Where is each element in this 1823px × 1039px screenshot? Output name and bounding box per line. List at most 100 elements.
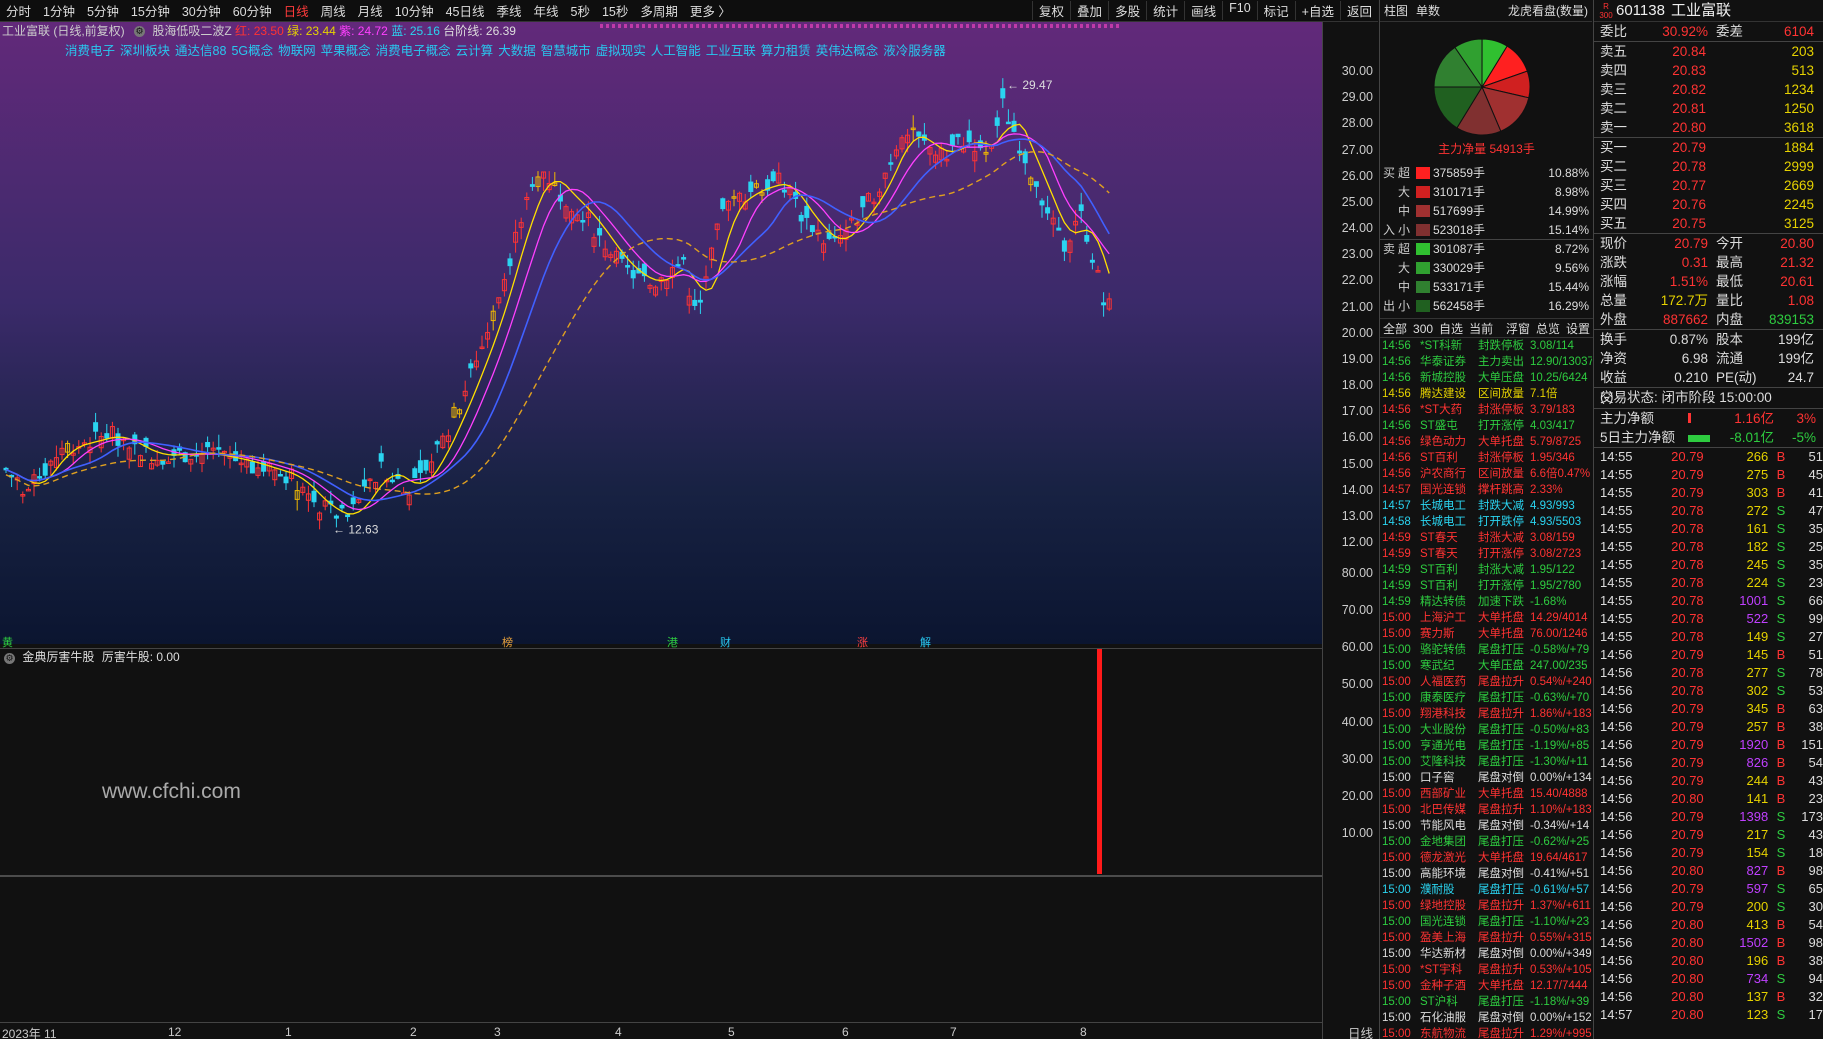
concept-tag[interactable]: 人工智能 — [651, 44, 701, 58]
tool-button[interactable]: 复权 — [1032, 1, 1070, 20]
event-row[interactable]: 14:56 新城控股 大单压盘 10.25/6424 — [1382, 370, 1593, 386]
event-row[interactable]: 15:00 濮耐股 尾盘打压 -0.61%/+57 — [1382, 882, 1593, 898]
event-row[interactable]: 15:00 盈美上海 尾盘拉升 0.55%/+315 — [1382, 930, 1593, 946]
event-row[interactable]: 14:56 *ST科新 封跌停板 3.08/114 — [1382, 338, 1593, 354]
asks-level[interactable]: 卖一 20.80 3618 — [1594, 118, 1823, 137]
event-marker[interactable]: 榜 — [500, 634, 515, 650]
period-tab[interactable]: 季线 — [491, 1, 528, 20]
bids-level[interactable]: 买三 20.77 2669 — [1594, 176, 1823, 195]
period-tab[interactable]: 年线 — [528, 1, 565, 20]
event-row[interactable]: 15:00 翔港科技 尾盘拉升 1.86%/+183 — [1382, 706, 1593, 722]
period-tab[interactable]: 日线 — [278, 1, 315, 20]
tab-count[interactable]: 单数 — [1412, 2, 1444, 19]
tab-bar-chart[interactable]: 柱图 — [1380, 2, 1412, 19]
concept-tag[interactable]: 云计算 — [456, 44, 494, 58]
flow-title[interactable]: 龙虎看盘(数量) — [1504, 2, 1592, 19]
concept-tag[interactable]: 消费电子 — [65, 44, 115, 58]
event-list[interactable]: 14:56 *ST科新 封跌停板 3.08/114 14:56 华泰证券 主力卖出 12.90… — [1380, 338, 1593, 1039]
event-row[interactable]: 15:00 德龙激光 大单托盘 19.64/4617 — [1382, 850, 1593, 866]
concept-tag[interactable]: 算力租赁 — [761, 44, 811, 58]
event-row[interactable]: 14:56 ST盛屯 打开涨停 4.03/417 — [1382, 418, 1593, 434]
tick-list[interactable]: 14:55 20.79 266 B 51 14:55 20.79 275 B 45 14:55 20.… — [1594, 448, 1823, 1024]
event-row[interactable]: 15:00 节能风电 尾盘对倒 -0.34%/+14 — [1382, 818, 1593, 834]
event-row[interactable]: 15:00 西部矿业 大单托盘 15.40/4888 — [1382, 786, 1593, 802]
concept-tag[interactable]: 大数据 — [498, 44, 536, 58]
event-row[interactable]: 15:00 高能环境 尾盘对倒 -0.41%/+51 — [1382, 866, 1593, 882]
event-tab[interactable]: 全部 — [1380, 319, 1410, 337]
period-tab[interactable]: 多周期 — [634, 1, 684, 20]
tool-button[interactable]: F10 — [1222, 1, 1257, 20]
event-row[interactable]: 15:00 绿地控股 尾盘拉升 1.37%/+611 — [1382, 898, 1593, 914]
bids-level[interactable]: 买一 20.79 1884 — [1594, 138, 1823, 157]
event-row[interactable]: 14:59 精达转债 加速下跌 -1.68% — [1382, 594, 1593, 610]
concept-tag[interactable]: 通达信88 — [175, 44, 226, 58]
event-row[interactable]: 14:56 沪农商行 区间放量 6.6倍0.47% — [1382, 466, 1593, 482]
period-tab[interactable]: 30分钟 — [176, 1, 227, 20]
event-tab[interactable]: 300 — [1410, 319, 1436, 337]
tool-button[interactable]: 叠加 — [1070, 1, 1108, 20]
event-row[interactable]: 14:59 ST百利 打开涨停 1.95/2780 — [1382, 578, 1593, 594]
event-row[interactable]: 14:59 ST春天 打开涨停 3.08/2723 — [1382, 546, 1593, 562]
period-tab[interactable]: 周线 — [315, 1, 352, 20]
event-row[interactable]: 14:56 腾达建设 区间放量 7.1倍 — [1382, 386, 1593, 402]
tool-button[interactable]: 画线 — [1184, 1, 1222, 20]
event-marker[interactable]: 黄 — [0, 634, 15, 650]
event-row[interactable]: 15:00 华达新材 尾盘对倒 0.00%/+349 — [1382, 946, 1593, 962]
bids-level[interactable]: 买五 20.75 3125 — [1594, 214, 1823, 233]
period-tab[interactable]: 1分钟 — [37, 1, 81, 20]
event-marker[interactable]: 财 — [718, 634, 733, 650]
event-row[interactable]: 15:00 金地集团 尾盘打压 -0.62%/+25 — [1382, 834, 1593, 850]
event-row[interactable]: 15:00 口子窖 尾盘对倒 0.00%/+134 — [1382, 770, 1593, 786]
event-marker[interactable]: 港 — [665, 634, 680, 650]
concept-tag[interactable]: 智慧城市 — [541, 44, 591, 58]
period-tab[interactable]: 5分钟 — [81, 1, 125, 20]
event-row[interactable]: 15:00 *ST宇科 尾盘拉升 0.53%/+105 — [1382, 962, 1593, 978]
concept-tag[interactable]: 物联网 — [278, 44, 316, 58]
period-tab[interactable]: 45日线 — [440, 1, 491, 20]
tool-button[interactable]: 标记 — [1256, 1, 1295, 20]
event-row[interactable]: 14:59 ST春天 封涨大减 3.08/159 — [1382, 530, 1593, 546]
period-tab[interactable]: 15分钟 — [125, 1, 176, 20]
event-row[interactable]: 14:58 长城电工 打开跌停 4.93/5503 — [1382, 514, 1593, 530]
event-row[interactable]: 15:00 东航物流 尾盘拉升 1.29%/+995 — [1382, 1026, 1593, 1039]
event-tab[interactable]: 总览 — [1533, 319, 1563, 337]
event-tab[interactable]: 设置 — [1563, 319, 1593, 337]
concept-tag[interactable]: 5G概念 — [231, 44, 273, 58]
event-row[interactable]: 14:57 长城电工 封跌大减 4.93/993 — [1382, 498, 1593, 514]
tool-button[interactable]: +自选 — [1294, 1, 1340, 20]
event-row[interactable]: 15:00 寒武纪 大单压盘 247.00/235 — [1382, 658, 1593, 674]
concept-tag[interactable]: 虚拟现实 — [596, 44, 646, 58]
event-marker[interactable]: 解 — [918, 634, 933, 650]
event-row[interactable]: 15:00 金种子酒 大单托盘 12.17/7444 — [1382, 978, 1593, 994]
period-tab[interactable]: 5秒 — [565, 1, 596, 20]
event-row[interactable]: 15:00 ST沪科 尾盘打压 -1.18%/+39 — [1382, 994, 1593, 1010]
event-row[interactable]: 15:00 康泰医疗 尾盘打压 -0.63%/+70 — [1382, 690, 1593, 706]
concept-tag[interactable]: 深圳板块 — [120, 44, 170, 58]
tool-button[interactable]: 返回 — [1339, 1, 1378, 20]
period-tab[interactable]: 分时 — [0, 1, 37, 20]
event-row[interactable]: 14:56 ST百利 封涨停板 1.95/346 — [1382, 450, 1593, 466]
event-tab[interactable]: 当前 — [1466, 319, 1496, 337]
period-tab[interactable]: 月线 — [352, 1, 389, 20]
concept-tag[interactable]: 工业互联 — [706, 44, 756, 58]
event-tab[interactable]: 自选 — [1436, 319, 1466, 337]
bids-level[interactable]: 买二 20.78 2999 — [1594, 157, 1823, 176]
concept-tag[interactable]: 消费电子概念 — [376, 44, 451, 58]
concept-tag[interactable]: 液冷服务器 — [883, 44, 946, 58]
period-tab[interactable]: 15秒 — [596, 1, 634, 20]
tool-button[interactable]: 统计 — [1146, 1, 1184, 20]
lower-indicator-panel[interactable]: ⚙ 金典厉害牛股 厉害牛股: 0.00 — [0, 648, 1322, 1022]
event-row[interactable]: 15:00 艾隆科技 尾盘打压 -1.30%/+11 — [1382, 754, 1593, 770]
tool-button[interactable]: 多股 — [1108, 1, 1146, 20]
event-row[interactable]: 15:00 上海沪工 大单托盘 14.29/4014 — [1382, 610, 1593, 626]
bids-level[interactable]: 买四 20.76 2245 — [1594, 195, 1823, 214]
event-row[interactable]: 15:00 北巴传媒 尾盘拉升 1.10%/+183 — [1382, 802, 1593, 818]
event-tab[interactable]: 浮窗 — [1503, 319, 1533, 337]
event-row[interactable]: 15:00 人福医药 尾盘拉升 0.54%/+240 — [1382, 674, 1593, 690]
event-row[interactable]: 14:57 国光连锁 撑杆跳高 2.33% — [1382, 482, 1593, 498]
asks-level[interactable]: 卖四 20.83 513 — [1594, 61, 1823, 80]
period-tab[interactable]: 60分钟 — [227, 1, 278, 20]
event-row[interactable]: 15:00 大业股份 尾盘打压 -0.50%/+83 — [1382, 722, 1593, 738]
event-row[interactable]: 14:59 ST百利 封涨大减 1.95/122 — [1382, 562, 1593, 578]
event-row[interactable]: 14:56 *ST大药 封涨停板 3.79/183 — [1382, 402, 1593, 418]
